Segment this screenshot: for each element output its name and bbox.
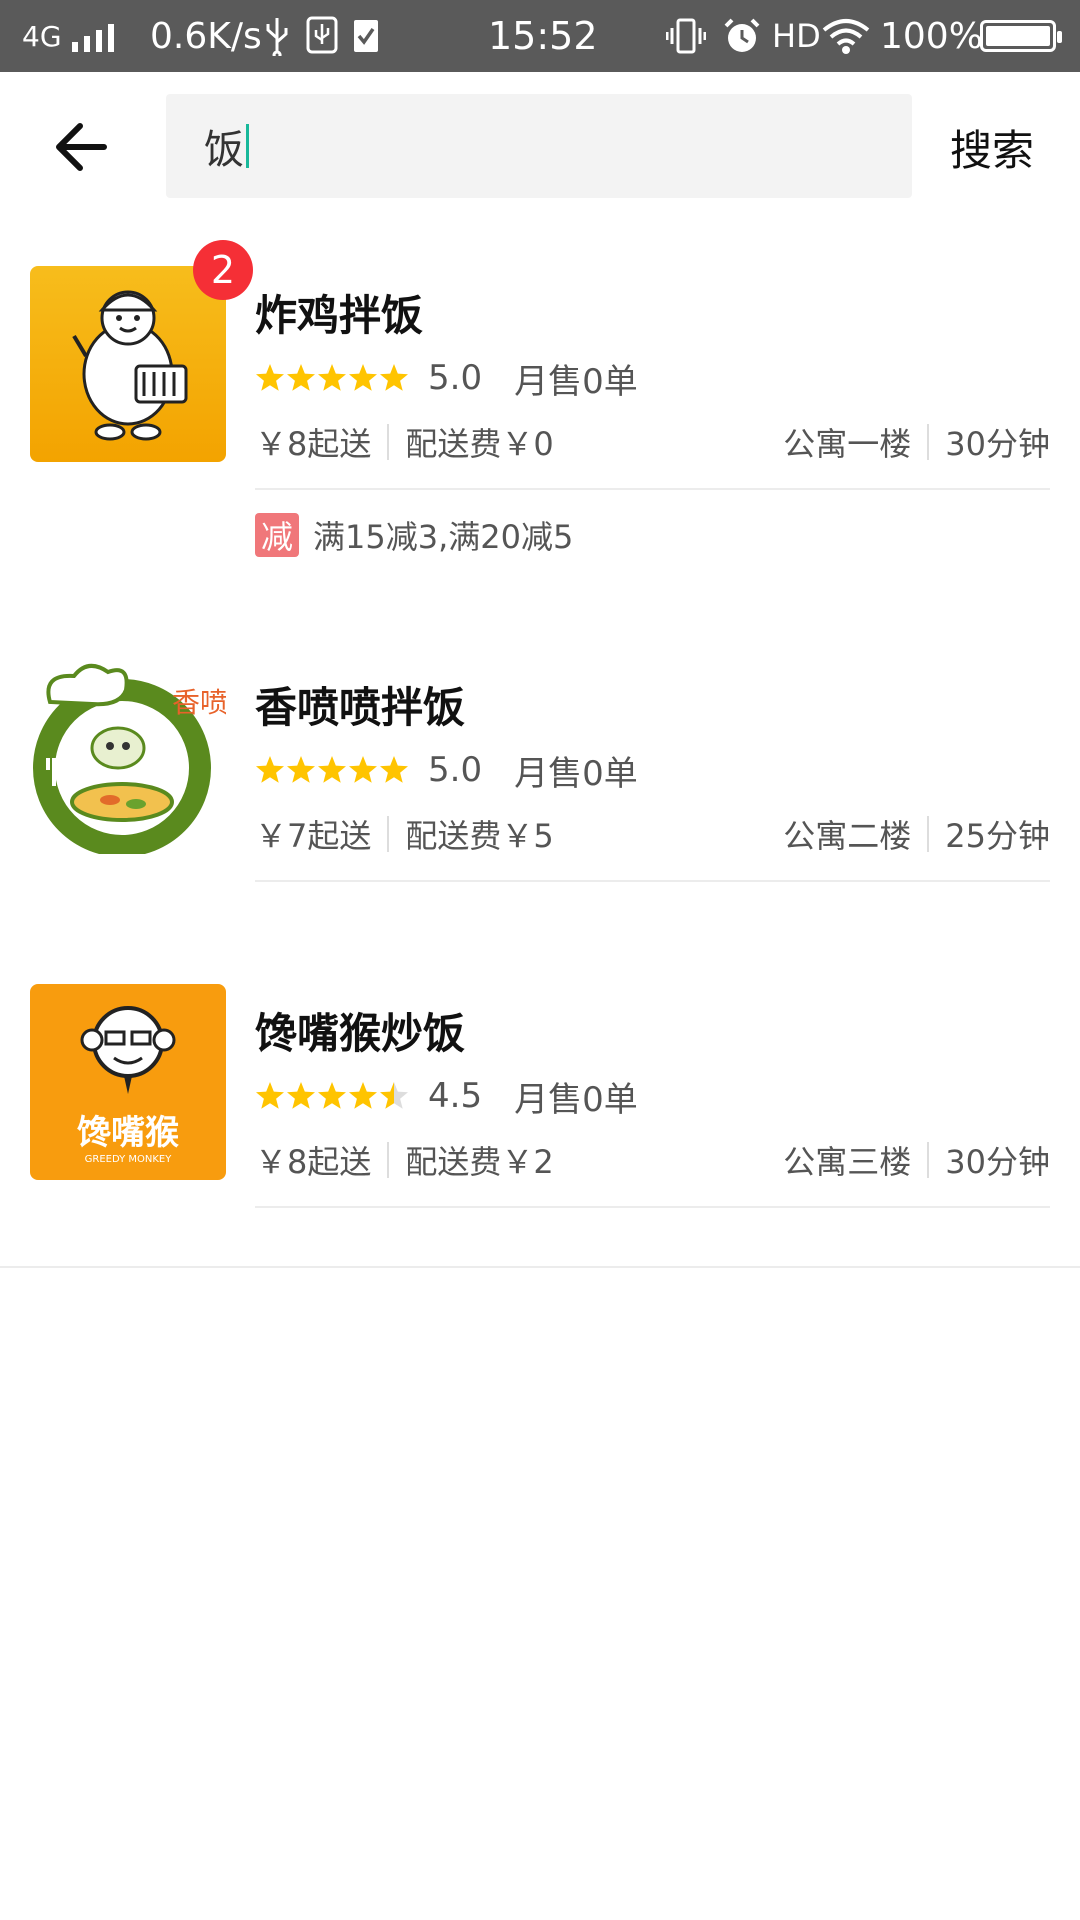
promo-row: 减 满15减3,满20减5 — [255, 512, 573, 558]
network-type: 4G — [22, 19, 62, 53]
rating-row: 4.5 月售0单 — [255, 1074, 638, 1120]
star-icon — [256, 756, 284, 783]
vibrate-icon — [666, 18, 706, 54]
usb-debug-icon — [306, 16, 338, 54]
usb-icon — [266, 18, 288, 56]
star-icon — [380, 364, 408, 391]
shop-list-item[interactable]: 馋嘴猴 GREEDY MONKEY 馋嘴猴炒饭 4.5 月售0单 ￥8起送 配送… — [0, 940, 1080, 1268]
star-icon — [349, 364, 377, 391]
divider — [927, 816, 930, 852]
star-icon — [380, 756, 408, 783]
delivery-fee: 配送费￥0 — [405, 425, 554, 463]
min-order: ￥8起送 — [255, 1143, 372, 1181]
rating-row: 5.0 月售0单 — [255, 356, 638, 402]
star-icon — [318, 1082, 346, 1109]
network-speed: 0.6K/s — [150, 15, 262, 57]
shop-logo — [30, 266, 226, 462]
shop-logo: 馋嘴猴 GREEDY MONKEY — [30, 984, 226, 1180]
shop-name: 馋嘴猴炒饭 — [255, 1009, 466, 1058]
star-rating — [255, 1081, 410, 1111]
star-icon — [318, 364, 346, 391]
divider — [927, 1142, 930, 1178]
monthly-sales: 月售0单 — [514, 753, 638, 794]
star-icon — [256, 364, 284, 391]
chef-mascot-logo — [72, 290, 188, 441]
delivery-info-row: ￥8起送 配送费￥0 公寓一楼 30分钟 — [255, 420, 1050, 464]
shop-list-item[interactable]: 2 炸鸡拌饭 5.0 月售0单 ￥8起送 配送费￥0 公寓一楼 30分钟 减 满… — [0, 222, 1080, 616]
star-icon — [256, 1082, 284, 1109]
rating-row: 5.0 月售0单 — [255, 748, 638, 794]
shop-location: 公寓一楼 — [783, 425, 912, 463]
monthly-sales: 月售0单 — [514, 361, 638, 402]
search-input[interactable]: 饭 — [166, 94, 912, 198]
discount-tag: 减 — [255, 513, 299, 557]
battery-icon — [980, 20, 1062, 52]
shop-location: 公寓三楼 — [783, 1143, 912, 1181]
chef-bowl-logo: 香喷喷 — [33, 664, 226, 854]
star-icon — [349, 1082, 377, 1109]
promo-text: 满15减3,满20减5 — [313, 518, 574, 556]
divider — [927, 424, 930, 460]
shop-location: 公寓二楼 — [783, 817, 912, 855]
min-order: ￥8起送 — [255, 425, 372, 463]
alarm-icon — [724, 18, 760, 52]
clock: 15:52 — [488, 14, 598, 58]
star-icon — [318, 756, 346, 783]
star-rating — [255, 755, 410, 785]
search-header: 饭 搜索 — [0, 72, 1080, 222]
star-icon — [287, 756, 315, 783]
delivery-time: 25分钟 — [945, 817, 1050, 855]
logo-text: 馋嘴猴 — [77, 1113, 179, 1153]
wifi-icon — [822, 19, 870, 54]
logo-text: 香喷喷 — [172, 686, 226, 719]
star-icon — [349, 756, 377, 783]
battery-percent: 100% — [880, 15, 983, 57]
delivery-fee: 配送费￥2 — [405, 1143, 554, 1181]
divider — [387, 816, 390, 852]
delivery-time: 30分钟 — [945, 1143, 1050, 1181]
shop-logo: 香喷喷 — [30, 658, 226, 854]
clipboard-check-icon — [354, 20, 378, 52]
shop-list-item[interactable]: 香喷喷 香喷喷拌饭 5.0 月售0单 ￥7起送 配送费￥5 公寓二楼 25分钟 — [0, 614, 1080, 942]
divider — [255, 488, 1050, 490]
divider — [387, 424, 390, 460]
rating-score: 5.0 — [428, 750, 483, 790]
search-button[interactable]: 搜索 — [950, 72, 1034, 222]
star-icon — [287, 1082, 315, 1109]
star-rating — [255, 363, 410, 393]
monthly-sales: 月售0单 — [514, 1079, 638, 1120]
search-query-text: 饭 — [204, 127, 244, 173]
delivery-time: 30分钟 — [945, 425, 1050, 463]
rating-score: 4.5 — [428, 1076, 483, 1116]
status-bar: 4G 0.6K/s 15:52 HD 100% — [0, 0, 1080, 72]
star-icon — [380, 1082, 408, 1109]
logo-subtext: GREEDY MONKEY — [85, 1154, 173, 1165]
star-icon — [287, 364, 315, 391]
delivery-info-row: ￥8起送 配送费￥2 公寓三楼 30分钟 — [255, 1138, 1050, 1182]
rating-score: 5.0 — [428, 358, 483, 398]
battery-level — [986, 26, 1050, 46]
monkey-logo: 馋嘴猴 GREEDY MONKEY — [77, 1006, 179, 1165]
text-caret — [246, 124, 249, 168]
signal-icon — [72, 20, 114, 52]
hd-indicator: HD — [772, 17, 821, 55]
divider — [255, 1206, 1050, 1208]
shop-name: 炸鸡拌饭 — [255, 291, 424, 340]
divider — [255, 880, 1050, 882]
divider — [387, 1142, 390, 1178]
cart-count-badge: 2 — [193, 240, 253, 300]
delivery-fee: 配送费￥5 — [405, 817, 554, 855]
delivery-info-row: ￥7起送 配送费￥5 公寓二楼 25分钟 — [255, 812, 1050, 856]
back-arrow-icon[interactable] — [48, 112, 118, 182]
shop-name: 香喷喷拌饭 — [255, 683, 466, 732]
min-order: ￥7起送 — [255, 817, 372, 855]
